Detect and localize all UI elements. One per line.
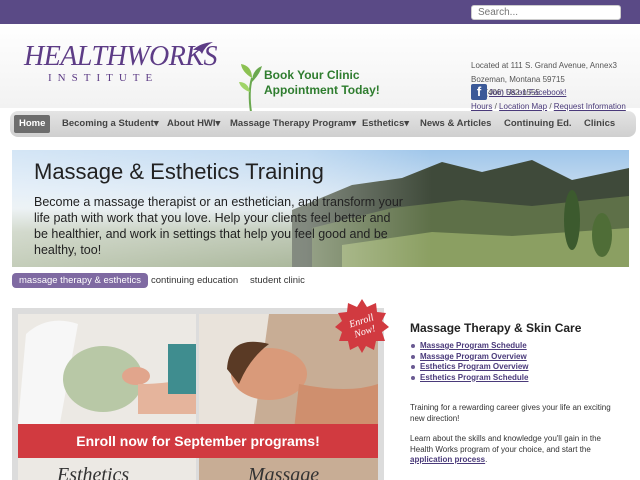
leaf-icon xyxy=(239,64,262,113)
application-process-link[interactable]: application process xyxy=(410,455,485,464)
facebook-icon[interactable]: f xyxy=(471,84,487,100)
intro-paragraph: Training for a rewarding career gives yo… xyxy=(410,403,611,423)
tab-massage-esthetics[interactable]: massage therapy & esthetics xyxy=(12,273,148,288)
book-line-2: Appointment Today! xyxy=(264,83,380,97)
nav-continuing-ed[interactable]: Continuing Ed. xyxy=(504,115,572,133)
main-nav: Home Becoming a Student▾ About HWI▾ Mass… xyxy=(10,111,636,137)
top-bar xyxy=(0,0,640,24)
request-info-link[interactable]: Request Information xyxy=(554,102,626,111)
massage-label: Massage xyxy=(248,464,320,480)
nav-massage-program[interactable]: Massage Therapy Program▾ xyxy=(230,115,356,133)
list-item: Esthetics Program Overview xyxy=(410,362,529,373)
list-item: Esthetics Program Schedule xyxy=(410,373,529,384)
learn-paragraph: Learn about the skills and knowledge you… xyxy=(410,434,625,466)
program-links: Massage Program Schedule Massage Program… xyxy=(410,341,529,383)
contact-info: Located at 111 S. Grand Avenue, Annex3 B… xyxy=(471,59,626,113)
search-input[interactable] xyxy=(471,5,621,20)
massage-overview-link[interactable]: Massage Program Overview xyxy=(420,352,527,361)
address-line-2: Bozeman, Montana 59715 xyxy=(471,74,565,84)
tab-student-clinic[interactable]: student clinic xyxy=(250,273,305,288)
link-separator: / xyxy=(494,101,497,111)
link-separator: / xyxy=(549,101,552,111)
esthetics-overview-link[interactable]: Esthetics Program Overview xyxy=(420,362,529,371)
enroll-promo[interactable]: Enroll now for September programs! Esthe… xyxy=(12,308,384,480)
nav-esthetics[interactable]: Esthetics▾ xyxy=(362,115,409,133)
enroll-banner-text: Enroll now for September programs! xyxy=(76,433,320,449)
massage-schedule-link[interactable]: Massage Program Schedule xyxy=(420,341,527,350)
nav-clinics[interactable]: Clinics xyxy=(584,115,615,133)
period: . xyxy=(485,455,488,464)
tab-continuing-education[interactable]: continuing education xyxy=(151,273,238,288)
healthworks-logo[interactable]: HEALTHWORKS INSTITUTE xyxy=(24,41,218,91)
book-line-1: Book Your Clinic xyxy=(264,68,360,82)
enroll-now-seal[interactable]: Enroll Now! xyxy=(334,298,390,354)
hero-text: Become a massage therapist or an estheti… xyxy=(34,195,403,257)
address-line-1: Located at 111 S. Grand Avenue, Annex3 xyxy=(471,61,617,70)
nav-home[interactable]: Home xyxy=(14,115,51,133)
enroll-banner[interactable]: Enroll now for September programs! xyxy=(18,424,378,458)
list-item: Massage Program Schedule xyxy=(410,341,529,352)
nav-becoming-student[interactable]: Becoming a Student▾ xyxy=(62,115,159,133)
esthetics-schedule-link[interactable]: Esthetics Program Schedule xyxy=(420,373,528,382)
logo-subtitle: INSTITUTE xyxy=(48,72,159,84)
right-column-title: Massage Therapy & Skin Care xyxy=(410,321,582,335)
learn-text: Learn about the skills and knowledge you… xyxy=(410,434,601,454)
location-map-link[interactable]: Location Map xyxy=(499,102,547,111)
nav-news-articles[interactable]: News & Articles xyxy=(420,115,491,133)
esthetics-label: Esthetics xyxy=(57,464,130,480)
logo-wordmark: HEALTHWORKS xyxy=(24,41,218,72)
nav-about-hwi[interactable]: About HWI▾ xyxy=(167,115,220,133)
bird-icon xyxy=(193,42,213,54)
facebook-link[interactable]: Join Us on Facebook! xyxy=(489,88,566,97)
hours-link[interactable]: Hours xyxy=(471,102,492,111)
book-appointment-promo[interactable]: Book Your Clinic Appointment Today! xyxy=(238,62,388,114)
hero-title: Massage & Esthetics Training xyxy=(34,159,324,184)
list-item: Massage Program Overview xyxy=(410,352,529,363)
hero-banner: Massage & Esthetics Training Become a ma… xyxy=(12,150,629,267)
